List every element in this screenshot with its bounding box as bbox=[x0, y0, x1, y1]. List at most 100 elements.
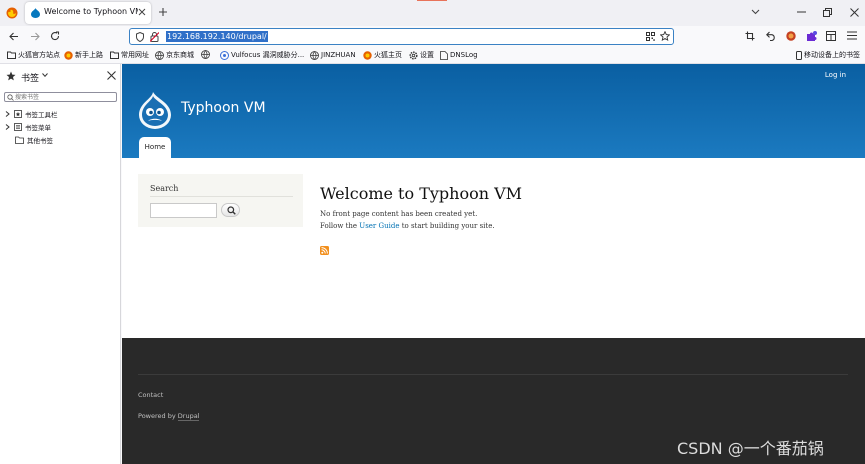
bookmark-item[interactable]: DNSLog bbox=[440, 50, 478, 60]
bookmark-item[interactable]: 京东商城 bbox=[155, 50, 194, 60]
bookmark-item[interactable]: Vulfocus 漏洞威胁分... bbox=[220, 50, 304, 60]
star-icon bbox=[6, 71, 16, 81]
folder-icon bbox=[110, 51, 119, 59]
bookmark-item[interactable]: 火狐主页 bbox=[363, 50, 402, 60]
drupal-logo-icon[interactable] bbox=[139, 92, 171, 129]
site-name[interactable]: Typhoon VM bbox=[181, 100, 266, 116]
mobile-bookmarks-label: 移动设备上的书签 bbox=[804, 51, 860, 59]
bookmark-label: 火狐官方站点 bbox=[18, 51, 60, 59]
tree-item-menu[interactable]: 书签菜单 bbox=[0, 121, 51, 133]
tree-item-label: 书签工具栏 bbox=[25, 111, 58, 119]
chevron-right-icon[interactable] bbox=[5, 111, 10, 117]
screenshot-icon[interactable] bbox=[745, 31, 755, 41]
follow-prefix: Follow the bbox=[320, 222, 358, 230]
navigation-bar: 192.168.192.140/drupal/ bbox=[0, 26, 865, 47]
menu-icon[interactable] bbox=[847, 31, 857, 40]
home-tab[interactable]: Home bbox=[139, 137, 171, 158]
sidebar-title[interactable]: 书签 bbox=[21, 71, 39, 84]
contact-link[interactable]: Contact bbox=[138, 391, 163, 399]
url-text[interactable]: 192.168.192.140/drupal/ bbox=[166, 31, 268, 42]
page-title: Welcome to Typhoon VM bbox=[320, 184, 523, 203]
tree-item-label: 书签菜单 bbox=[25, 124, 51, 132]
close-tab-icon[interactable] bbox=[138, 8, 146, 16]
bookmark-label: Vulfocus 漏洞威胁分... bbox=[231, 51, 305, 59]
search-icon bbox=[7, 94, 14, 101]
bookmark-label: 火狐主页 bbox=[374, 51, 402, 59]
bookmark-item[interactable]: 火狐官方站点 bbox=[7, 50, 60, 60]
bookmark-label: 常用网址 bbox=[121, 51, 149, 59]
powered-by-label: Powered by bbox=[138, 412, 176, 420]
tree-item-label: 其他书签 bbox=[27, 137, 53, 145]
search-input[interactable] bbox=[150, 203, 217, 218]
accent-line bbox=[417, 0, 447, 1]
document-icon bbox=[440, 50, 448, 60]
extension-fox-icon[interactable] bbox=[786, 31, 796, 41]
vulfocus-icon bbox=[220, 50, 229, 60]
tree-item-other[interactable]: 其他书签 bbox=[0, 134, 53, 146]
firefox-icon bbox=[64, 50, 73, 60]
close-icon[interactable] bbox=[107, 71, 116, 80]
menu-list-icon bbox=[14, 123, 22, 131]
folder-icon bbox=[7, 51, 16, 59]
divider bbox=[150, 196, 293, 197]
mobile-bookmarks[interactable]: 移动设备上的书签 bbox=[796, 50, 860, 60]
login-link[interactable]: Log in bbox=[825, 71, 846, 79]
search-block: Search bbox=[138, 174, 303, 227]
minimize-icon[interactable] bbox=[797, 11, 806, 13]
bookmark-star-icon[interactable] bbox=[660, 31, 670, 41]
powered-by: Powered by Drupal bbox=[138, 412, 200, 421]
search-heading: Search bbox=[150, 184, 179, 193]
chevron-down-icon[interactable] bbox=[42, 73, 48, 77]
follow-suffix: to start building your site. bbox=[401, 222, 495, 230]
tab-title: Welcome to Typhoon VM | Ty bbox=[44, 7, 138, 16]
globe-icon bbox=[201, 50, 210, 59]
insecure-lock-icon[interactable] bbox=[150, 32, 159, 42]
bookmarks-toolbar: 火狐官方站点 新手上路 常用网址 京东商城 Vulfocus 漏洞威胁分... … bbox=[0, 47, 865, 64]
gear-icon bbox=[409, 51, 418, 59]
divider bbox=[138, 374, 848, 375]
mobile-device-icon bbox=[796, 50, 802, 60]
bookmark-label: 设置 bbox=[420, 51, 434, 59]
bookmark-search-input[interactable] bbox=[15, 93, 115, 101]
bookmark-item[interactable]: JINZHUAN bbox=[310, 50, 356, 60]
extension-puzzle-icon[interactable] bbox=[806, 31, 817, 42]
globe-icon bbox=[155, 50, 164, 60]
no-content-message: No front page content has been created y… bbox=[320, 210, 478, 218]
back-arrow-icon[interactable] bbox=[9, 32, 19, 41]
undo-icon[interactable] bbox=[766, 31, 776, 41]
drupal-link[interactable]: Drupal bbox=[177, 412, 200, 421]
tab-active[interactable]: Welcome to Typhoon VM | Ty bbox=[25, 2, 151, 24]
follow-message: Follow the User Guide to start building … bbox=[320, 222, 495, 230]
bookmark-item[interactable]: 新手上路 bbox=[64, 50, 103, 60]
bookmark-item[interactable] bbox=[201, 50, 210, 59]
firefox-icon[interactable] bbox=[6, 7, 18, 19]
bookmark-label: 新手上路 bbox=[75, 51, 103, 59]
bookmark-search-field[interactable] bbox=[4, 92, 117, 102]
tree-item-toolbar[interactable]: 书签工具栏 bbox=[0, 108, 58, 120]
bookmarks-sidebar: 书签 书签工具栏 书签菜单 其他书签 bbox=[0, 64, 121, 464]
chevron-right-icon[interactable] bbox=[5, 124, 10, 130]
firefox-icon bbox=[363, 50, 372, 60]
bookmark-label: 京东商城 bbox=[166, 51, 194, 59]
sidebar-toggle-icon[interactable] bbox=[826, 31, 836, 41]
new-tab-icon[interactable] bbox=[158, 7, 168, 17]
user-guide-link[interactable]: User Guide bbox=[359, 222, 399, 230]
search-icon bbox=[227, 206, 236, 215]
close-window-icon[interactable] bbox=[850, 8, 859, 17]
bookmark-item[interactable]: 常用网址 bbox=[110, 50, 149, 60]
bookmark-item[interactable]: 设置 bbox=[409, 50, 434, 60]
site-header: Log in Typhoon VM Home bbox=[122, 64, 865, 158]
forward-arrow-icon[interactable] bbox=[30, 32, 40, 41]
globe-icon bbox=[310, 50, 319, 60]
restore-icon[interactable] bbox=[823, 8, 832, 17]
bookmark-label: JINZHUAN bbox=[321, 51, 356, 59]
url-bar[interactable]: 192.168.192.140/drupal/ bbox=[129, 28, 674, 45]
qr-code-icon[interactable] bbox=[646, 32, 655, 41]
search-button[interactable] bbox=[221, 203, 240, 217]
rss-feed-icon[interactable] bbox=[320, 246, 329, 255]
reload-icon[interactable] bbox=[50, 31, 60, 41]
tracking-shield-icon[interactable] bbox=[136, 32, 144, 42]
folder-icon bbox=[15, 136, 24, 144]
chevron-down-icon[interactable] bbox=[751, 9, 760, 15]
bookmark-label: DNSLog bbox=[450, 51, 478, 59]
